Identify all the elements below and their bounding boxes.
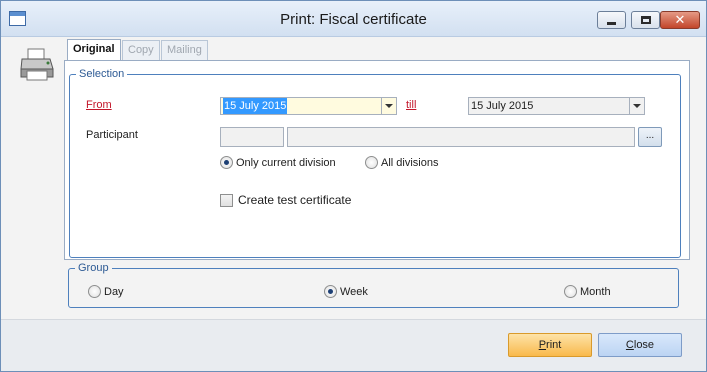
till-date-combo[interactable]: 15 July 2015 <box>468 97 645 115</box>
tab-copy[interactable]: Copy <box>122 40 160 60</box>
radio-label: Week <box>340 285 368 298</box>
selection-group: Selection From 15 July 2015 till 15 July… <box>69 68 681 258</box>
radio-only-current-division[interactable]: Only current division <box>220 156 336 169</box>
participant-browse-button[interactable]: ... <box>638 127 662 147</box>
chevron-down-icon <box>385 104 393 108</box>
from-dropdown-button[interactable] <box>381 98 396 114</box>
close-label: lose <box>633 339 655 351</box>
group-group: Group Day Week Month <box>68 262 679 308</box>
create-test-certificate-checkbox[interactable]: Create test certificate <box>220 193 351 207</box>
printer-icon <box>20 48 54 81</box>
minimize-button[interactable] <box>597 11 626 29</box>
radio-month[interactable]: Month <box>564 285 611 298</box>
selection-legend: Selection <box>79 68 125 80</box>
participant-code-field[interactable] <box>220 127 284 147</box>
close-button[interactable]: Close <box>598 333 682 357</box>
close-window-button[interactable]: ✕ <box>660 11 700 29</box>
radio-week[interactable]: Week <box>324 285 368 298</box>
from-date-combo[interactable]: 15 July 2015 <box>220 97 397 115</box>
checkbox-label: Create test certificate <box>238 193 352 207</box>
radio-label: Only current division <box>236 156 336 169</box>
radio-label: Day <box>104 285 124 298</box>
radio-indicator <box>220 156 233 169</box>
till-date-value: 15 July 2015 <box>471 100 534 112</box>
radio-label: Month <box>580 285 611 298</box>
chevron-down-icon <box>633 104 641 108</box>
title-bar[interactable]: Print: Fiscal certificate ✕ <box>1 1 706 37</box>
tab-panel-original: Selection From 15 July 2015 till 15 July… <box>64 60 690 260</box>
group-legend: Group <box>78 262 109 274</box>
tab-original[interactable]: Original <box>67 39 121 61</box>
print-label: rint <box>546 339 562 351</box>
radio-indicator <box>564 285 577 298</box>
radio-indicator <box>365 156 378 169</box>
till-label[interactable]: till <box>406 99 416 111</box>
participant-label: Participant <box>86 129 138 141</box>
from-label[interactable]: From <box>86 99 112 111</box>
button-bar: Print Close <box>1 319 706 371</box>
minimize-icon <box>607 21 616 25</box>
participant-name-field[interactable] <box>287 127 635 147</box>
radio-indicator <box>324 285 337 298</box>
print-dialog: Print: Fiscal certificate ✕ Original Cop… <box>0 0 707 372</box>
close-mnemonic: C <box>625 339 634 351</box>
from-date-value: 15 July 2015 <box>223 98 288 114</box>
radio-indicator <box>88 285 101 298</box>
tab-mailing[interactable]: Mailing <box>161 40 208 60</box>
radio-label: All divisions <box>381 156 439 169</box>
radio-all-divisions[interactable]: All divisions <box>365 156 438 169</box>
till-dropdown-button[interactable] <box>629 98 644 114</box>
radio-day[interactable]: Day <box>88 285 124 298</box>
close-icon: ✕ <box>674 12 686 28</box>
checkbox-indicator <box>220 193 233 207</box>
print-button[interactable]: Print <box>508 333 592 357</box>
maximize-button[interactable] <box>631 11 660 29</box>
maximize-icon <box>640 16 651 24</box>
print-mnemonic: P <box>538 339 547 351</box>
